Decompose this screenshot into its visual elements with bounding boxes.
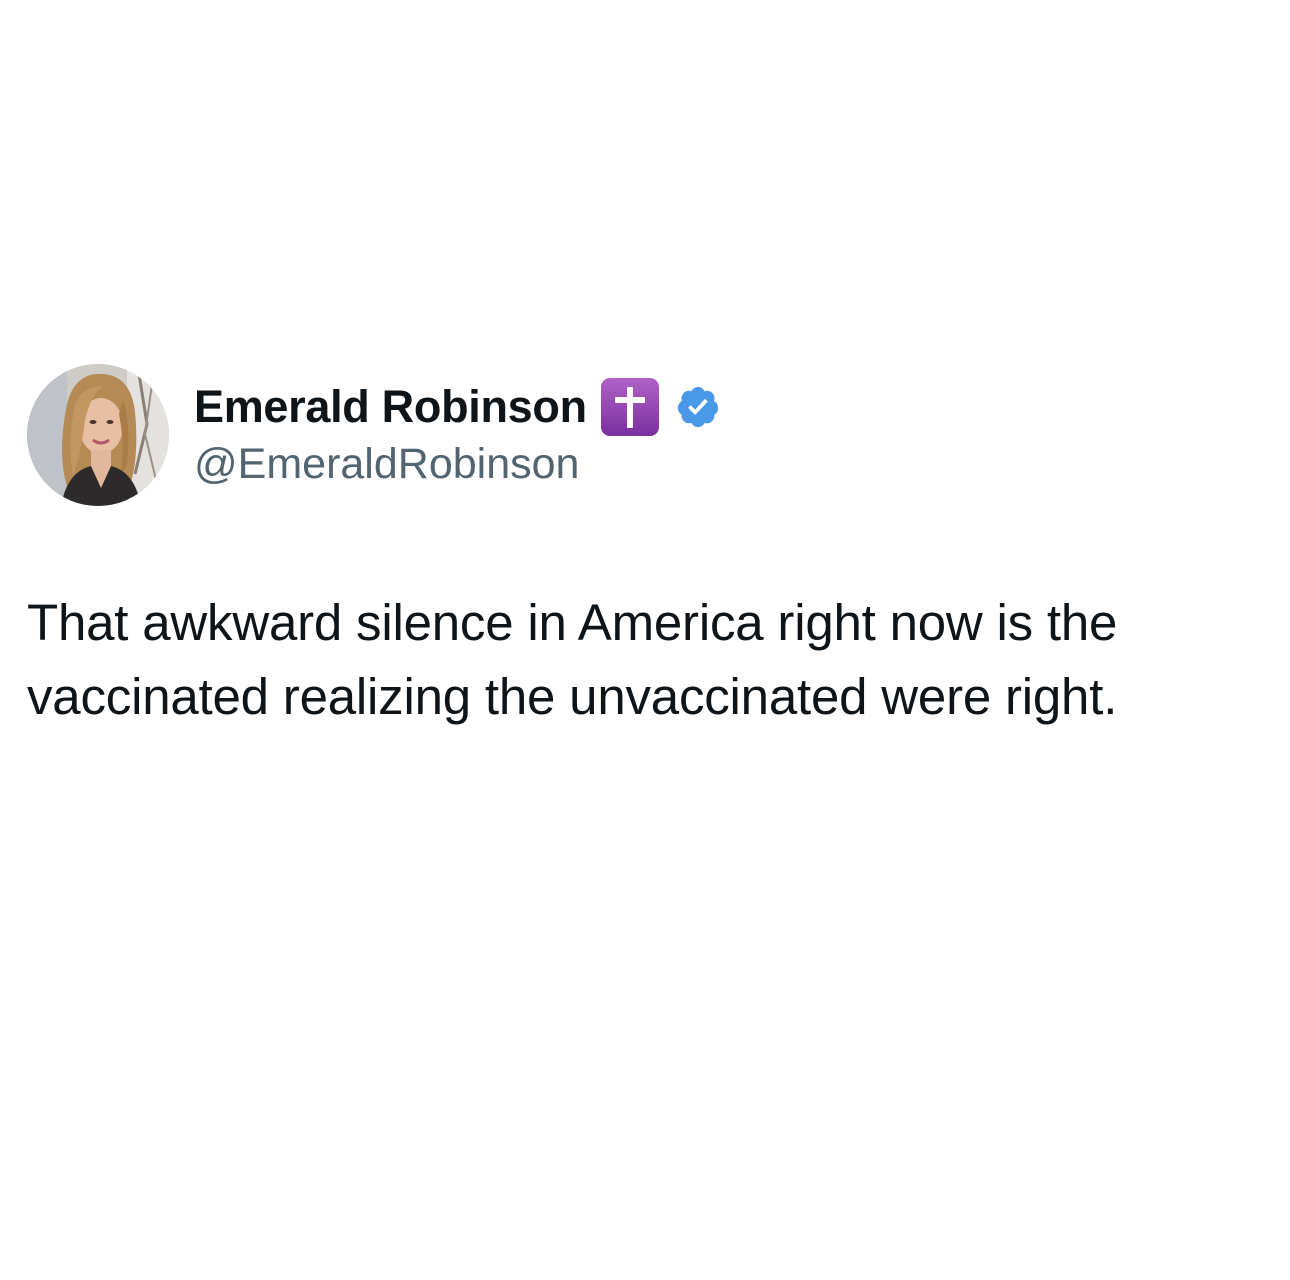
- tweet-text-line: That awkward silence in America right no…: [27, 594, 1118, 651]
- author-name-row: Emerald Robinson: [194, 376, 721, 438]
- tweet-card: Emerald Robinson @EmeraldRobinson That a…: [0, 0, 1290, 1280]
- verified-badge-icon[interactable]: [675, 384, 721, 430]
- tweet-text-line: vaccinated realizing the unvaccinated we…: [27, 668, 1118, 725]
- avatar[interactable]: [27, 364, 169, 506]
- tweet-text: That awkward silence in America right no…: [27, 586, 1247, 734]
- latin-cross-emoji-icon: [600, 378, 659, 436]
- display-name[interactable]: Emerald Robinson: [194, 381, 587, 433]
- avatar-photo: [27, 364, 169, 506]
- user-handle[interactable]: @EmeraldRobinson: [194, 440, 579, 489]
